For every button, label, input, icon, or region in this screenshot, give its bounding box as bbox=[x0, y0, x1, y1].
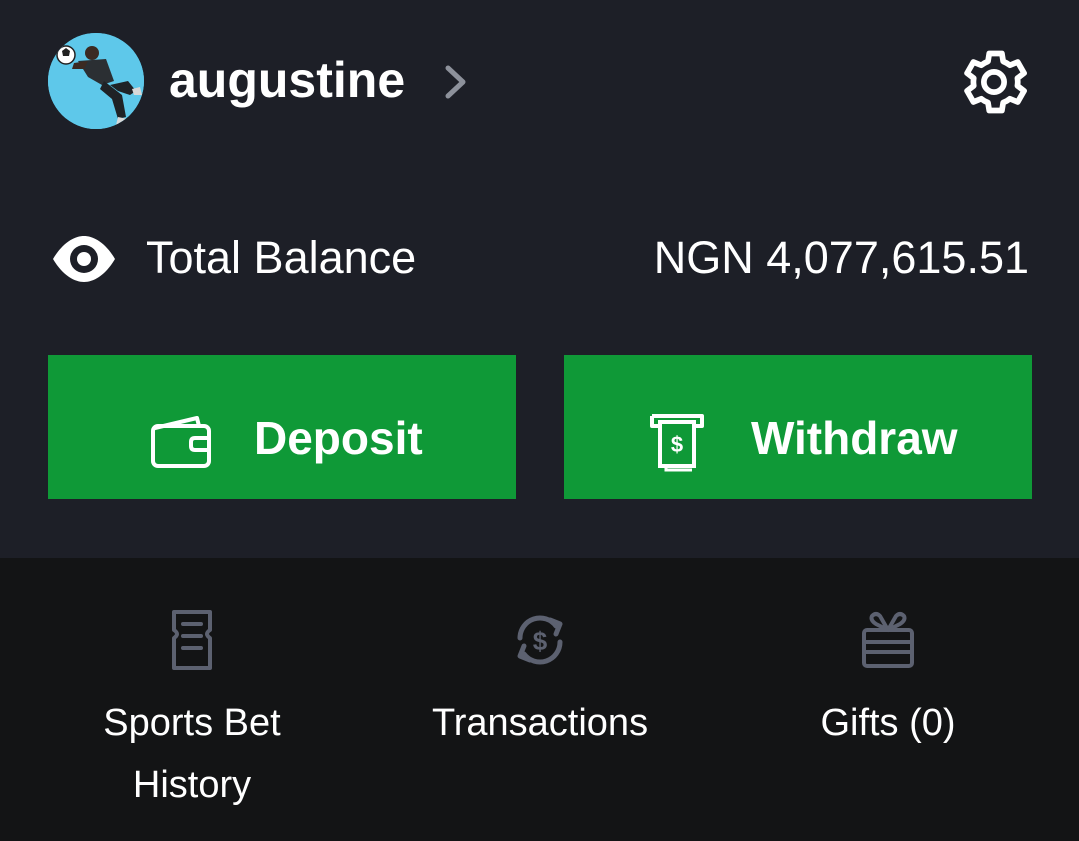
menu-item-label: Gifts (0) bbox=[820, 702, 956, 744]
total-balance-label: Total Balance bbox=[146, 232, 417, 283]
svg-text:$: $ bbox=[671, 432, 683, 457]
menu-item-transactions[interactable]: $ Transactions bbox=[390, 600, 690, 830]
wallet-icon bbox=[151, 416, 211, 468]
menu-item-sports-bet-history[interactable]: Sports Bet History bbox=[42, 600, 342, 830]
gear-icon[interactable] bbox=[956, 44, 1032, 120]
withdraw-button[interactable]: $ Withdraw bbox=[564, 355, 1032, 499]
dollar-exchange-icon: $ bbox=[517, 615, 563, 665]
avatar[interactable] bbox=[48, 33, 144, 129]
eye-icon[interactable] bbox=[51, 234, 117, 284]
gift-icon bbox=[862, 612, 914, 668]
withdraw-label: Withdraw bbox=[751, 412, 958, 464]
account-header-panel: augustine Total Balance NGN 4,077,615.51… bbox=[0, 0, 1079, 558]
svg-text:$: $ bbox=[533, 626, 548, 656]
username[interactable]: augustine bbox=[169, 50, 405, 110]
soccer-player-avatar-icon bbox=[48, 33, 144, 129]
receipt-icon bbox=[172, 610, 212, 670]
deposit-label: Deposit bbox=[254, 412, 423, 464]
deposit-button[interactable]: Deposit bbox=[48, 355, 516, 499]
total-balance-value: NGN 4,077,615.51 bbox=[653, 232, 1029, 283]
menu-item-label: Sports Bet History bbox=[103, 702, 281, 806]
menu-item-gifts[interactable]: Gifts (0) bbox=[738, 600, 1038, 830]
menu-item-label: Transactions bbox=[431, 702, 649, 744]
cash-withdraw-icon: $ bbox=[650, 414, 704, 472]
chevron-right-icon[interactable] bbox=[441, 64, 471, 100]
